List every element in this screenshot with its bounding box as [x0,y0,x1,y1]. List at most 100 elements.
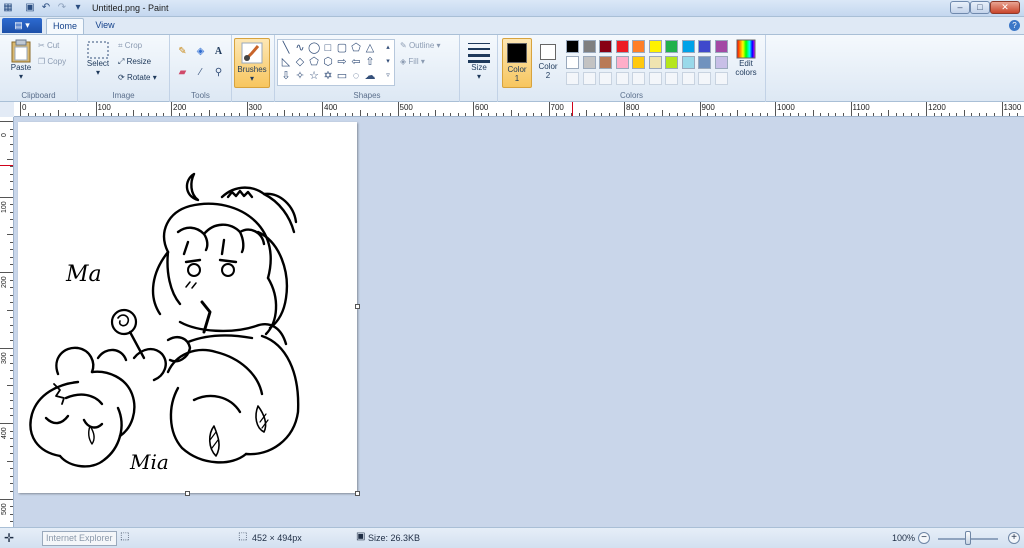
select-button[interactable]: Select ▾ [84,41,112,77]
right-triangle-shape-icon[interactable]: ◺ [280,56,292,68]
four-point-star-shape-icon[interactable]: ✧ [294,70,306,82]
palette-swatch[interactable] [599,56,612,69]
palette-swatch[interactable] [615,40,629,53]
paste-button[interactable]: Paste ▾ [6,39,36,81]
rectangle-shape-icon[interactable]: □ [322,42,334,54]
edit-colors-button[interactable]: Edit colors [732,39,760,77]
palette-swatch[interactable] [615,56,629,69]
down-arrow-shape-icon[interactable]: ⇩ [280,70,292,82]
select-dropdown-icon[interactable]: ▾ [84,68,112,77]
six-point-star-shape-icon[interactable]: ✡ [322,70,334,82]
palette-swatch[interactable] [582,56,596,69]
palette-swatch[interactable] [632,40,645,53]
palette-swatch[interactable] [665,56,678,69]
palette-swatch-empty[interactable] [615,72,629,85]
eraser-icon[interactable]: ▰ [175,65,190,80]
outline-button[interactable]: ✎ Outline ▾ [400,41,441,50]
palette-swatch-empty[interactable] [582,72,596,85]
canvas-workspace[interactable]: Ma Mia [14,118,1024,527]
palette-swatch[interactable] [714,40,728,53]
ruler-minor-tick [556,113,558,116]
right-arrow-shape-icon[interactable]: ⇨ [336,56,348,68]
cloud-callout-shape-icon[interactable]: ☁ [364,70,376,82]
cut-button[interactable]: ✂ Cut [38,41,59,50]
fill-bucket-icon[interactable]: ◈ [193,44,208,59]
zoom-in-button[interactable]: + [1008,532,1020,544]
resize-handle-right[interactable] [355,304,360,309]
palette-swatch-empty[interactable] [599,72,612,85]
palette-swatch-empty[interactable] [714,72,728,85]
help-icon[interactable]: ? [1009,20,1020,31]
palette-swatch[interactable] [566,40,579,53]
line-shape-icon[interactable]: ╲ [280,42,292,54]
paste-dropdown-icon[interactable]: ▾ [6,72,36,81]
palette-swatch-empty[interactable] [681,72,695,85]
paint-app-icon[interactable]: ▦ [2,2,14,14]
palette-swatch-empty[interactable] [698,72,711,85]
oval-callout-shape-icon[interactable]: ◌ [350,70,362,82]
palette-swatch[interactable] [698,56,711,69]
palette-swatch-empty[interactable] [665,72,678,85]
tab-home[interactable]: Home [46,18,84,34]
pencil-icon[interactable]: ✎ [175,44,190,59]
ruler-minor-tick [163,113,165,116]
color-1-swatch [507,43,527,63]
resize-handle-bottom[interactable] [185,491,190,496]
polygon-shape-icon[interactable]: ⬠ [350,42,362,54]
palette-swatch[interactable] [665,40,678,53]
palette-swatch[interactable] [599,40,612,53]
quick-access-dropdown-icon[interactable]: ▾ [72,2,84,14]
close-button[interactable]: ✕ [990,1,1020,14]
pentagon-shape-icon[interactable]: ⬠ [308,56,320,68]
minimize-button[interactable]: – [950,1,970,14]
shapes-expand-icon[interactable]: ▿ [382,70,394,82]
zoom-slider-thumb[interactable] [965,531,971,545]
drawing-canvas[interactable]: Ma Mia [18,122,357,493]
clipboard-group-label: Clipboard [21,91,56,100]
palette-swatch-empty[interactable] [566,72,579,85]
size-button[interactable]: Size ▾ [465,41,493,81]
fill-button[interactable]: ◈ Fill ▾ [400,57,425,66]
color-2-button[interactable]: Color 2 [534,38,562,88]
shapes-scroll-down-icon[interactable]: ▾ [382,56,394,68]
redo-icon[interactable]: ↷ [56,2,68,14]
file-menu-button[interactable]: ▤ ▾ [2,18,42,33]
up-arrow-shape-icon[interactable]: ⇧ [364,56,376,68]
rotate-button[interactable]: ⟳ Rotate ▾ [118,73,157,82]
resize-handle-corner[interactable] [355,491,360,496]
left-arrow-shape-icon[interactable]: ⇦ [350,56,362,68]
crop-button[interactable]: ⌗ Crop [118,41,142,51]
save-icon[interactable]: ▣ [24,2,36,14]
palette-swatch[interactable] [566,56,579,69]
palette-swatch[interactable] [681,40,695,53]
palette-swatch[interactable] [648,40,662,53]
copy-button[interactable]: ❐ Copy [38,57,66,66]
rounded-callout-shape-icon[interactable]: ▭ [336,70,348,82]
triangle-shape-icon[interactable]: △ [364,42,376,54]
oval-shape-icon[interactable]: ◯ [308,42,320,54]
diamond-shape-icon[interactable]: ◇ [294,56,306,68]
five-point-star-shape-icon[interactable]: ☆ [308,70,320,82]
maximize-button[interactable]: □ [970,1,990,14]
palette-swatch-empty[interactable] [648,72,662,85]
tab-view[interactable]: View [88,18,122,34]
palette-swatch[interactable] [698,40,711,53]
palette-swatch-empty[interactable] [632,72,645,85]
text-tool-icon[interactable]: A [211,44,226,59]
palette-swatch[interactable] [582,40,596,53]
shapes-scroll-up-icon[interactable]: ▴ [382,42,394,54]
color-picker-icon[interactable]: ⁄ [193,65,208,80]
rounded-rectangle-shape-icon[interactable]: ▢ [336,42,348,54]
hexagon-shape-icon[interactable]: ⬡ [322,56,334,68]
resize-button[interactable]: ⤢ Resize [118,57,151,67]
palette-swatch[interactable] [714,56,728,69]
palette-swatch[interactable] [681,56,695,69]
curve-shape-icon[interactable]: ∿ [294,42,306,54]
palette-swatch[interactable] [648,56,662,69]
brushes-button[interactable]: Brushes ▾ [234,38,270,88]
color-1-button[interactable]: Color 1 [502,38,532,88]
palette-swatch[interactable] [632,56,645,69]
zoom-out-button[interactable]: − [918,532,930,544]
magnifier-icon[interactable]: ⚲ [211,65,226,80]
undo-icon[interactable]: ↶ [40,2,52,14]
